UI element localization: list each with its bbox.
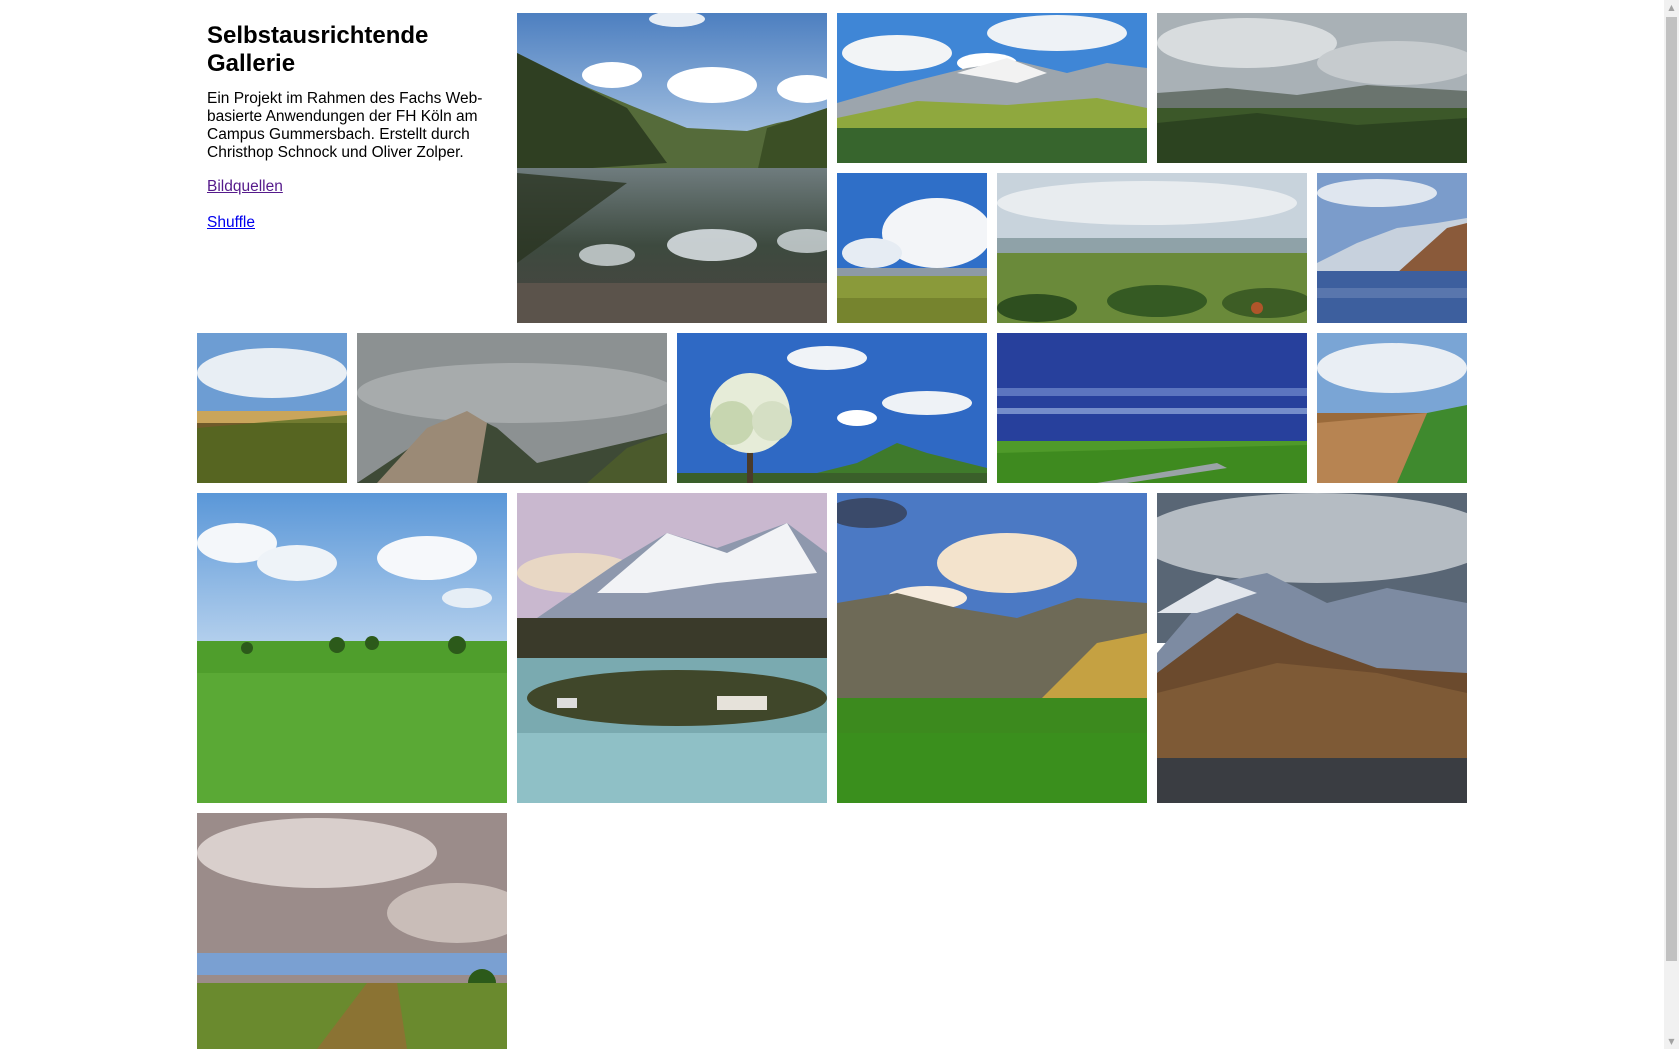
- gallery-image[interactable]: [1317, 173, 1467, 323]
- crop-rows-image: [197, 813, 507, 1049]
- cloudy-valley-image: [1157, 13, 1467, 163]
- wheat-field-image: [197, 333, 347, 483]
- green-plain-image: [997, 333, 1307, 483]
- image-sources-link[interactable]: Bildquellen: [207, 178, 283, 196]
- scroll-up-icon[interactable]: ▲: [1664, 0, 1679, 15]
- gallery-image[interactable]: [1157, 13, 1467, 163]
- hilltop-village-image: [357, 333, 667, 483]
- gallery-image[interactable]: [997, 173, 1307, 323]
- gallery-image[interactable]: [197, 333, 347, 483]
- scroll-down-icon[interactable]: ▼: [1664, 1034, 1679, 1049]
- blue-sky-meadow-image: [837, 173, 987, 323]
- vertical-scrollbar[interactable]: ▲ ▼: [1664, 0, 1679, 1049]
- page: Selbstausrichtende Gallerie Ein Projekt …: [0, 0, 1679, 1049]
- gallery-image[interactable]: [997, 333, 1307, 483]
- mountain-lake-image: [517, 13, 827, 323]
- gallery-image[interactable]: [837, 13, 1147, 163]
- countryside-image: [997, 173, 1307, 323]
- project-description: Ein Projekt im Rahmen des Fachs Web-basi…: [207, 90, 483, 161]
- gallery-image[interactable]: [517, 13, 827, 323]
- alpine-meadow-image: [837, 13, 1147, 163]
- snowy-peak-image: [517, 493, 827, 803]
- gallery: Selbstausrichtende Gallerie Ein Projekt …: [0, 0, 1664, 1049]
- gallery-image[interactable]: [197, 813, 507, 1049]
- gallery-image[interactable]: [837, 173, 987, 323]
- green-wheat-image: [197, 493, 507, 803]
- gallery-image[interactable]: [1317, 333, 1467, 483]
- info-panel: Selbstausrichtende Gallerie Ein Projekt …: [207, 22, 497, 250]
- gallery-image[interactable]: [197, 493, 507, 803]
- gallery-image[interactable]: [357, 333, 667, 483]
- golden-hills-image: [837, 493, 1147, 803]
- gallery-image[interactable]: [517, 493, 827, 803]
- gallery-image[interactable]: [677, 333, 987, 483]
- blossom-tree-image: [677, 333, 987, 483]
- page-title: Selbstausrichtende Gallerie: [207, 22, 429, 77]
- snowy-lake-image: [1317, 173, 1467, 323]
- gallery-image[interactable]: [1157, 493, 1467, 803]
- golden-field-image: [1317, 333, 1467, 483]
- scrollbar-thumb[interactable]: [1666, 17, 1677, 961]
- shuffle-link[interactable]: Shuffle: [207, 214, 255, 232]
- dramatic-mountain-image: [1157, 493, 1467, 803]
- gallery-image[interactable]: [837, 493, 1147, 803]
